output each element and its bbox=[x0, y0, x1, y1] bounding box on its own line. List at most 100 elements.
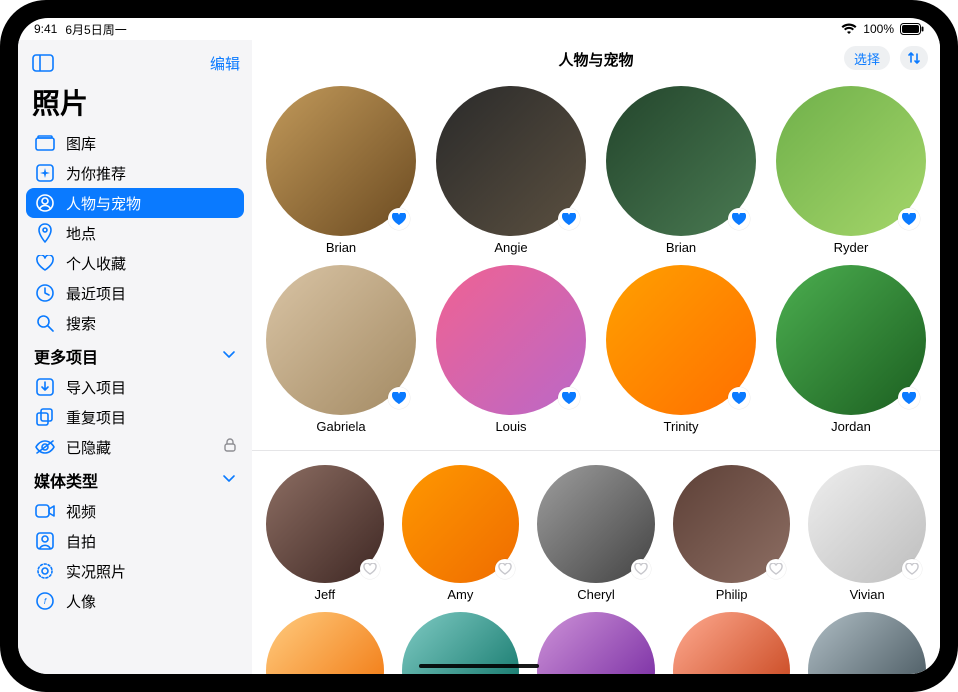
sidebar-item-hidden[interactable]: 已隐藏 bbox=[26, 432, 244, 462]
clock-icon bbox=[34, 282, 56, 304]
person-name: Brian bbox=[326, 240, 356, 255]
sidebar-item-videos[interactable]: 视频 bbox=[26, 496, 244, 526]
screen: 9:41 6月5日周一 100% 编辑 bbox=[18, 18, 940, 674]
avatar bbox=[402, 465, 520, 583]
person-tile[interactable] bbox=[673, 612, 791, 674]
favorite-badge[interactable] bbox=[360, 559, 380, 579]
sidebar-item-label: 为你推荐 bbox=[66, 163, 126, 184]
favorite-badge[interactable] bbox=[558, 387, 580, 409]
edit-button[interactable]: 编辑 bbox=[210, 53, 240, 74]
favorite-badge[interactable] bbox=[495, 559, 515, 579]
person-tile[interactable]: Jeff bbox=[266, 465, 384, 602]
video-icon bbox=[34, 500, 56, 522]
avatar bbox=[673, 612, 791, 674]
section-title: 更多项目 bbox=[34, 344, 98, 368]
person-tile[interactable]: Jordan bbox=[776, 265, 926, 434]
favorite-badge[interactable] bbox=[558, 208, 580, 230]
avatar bbox=[266, 612, 384, 674]
avatar bbox=[436, 86, 586, 236]
person-tile[interactable]: Ryder bbox=[776, 86, 926, 255]
sidebar-item-for-you[interactable]: 为你推荐 bbox=[26, 158, 244, 188]
favorite-badge[interactable] bbox=[388, 387, 410, 409]
lock-icon bbox=[224, 438, 236, 456]
select-button[interactable]: 选择 bbox=[844, 46, 890, 70]
person-name: Trinity bbox=[664, 419, 699, 434]
favorite-badge[interactable] bbox=[728, 208, 750, 230]
person-name: Angie bbox=[494, 240, 527, 255]
person-tile[interactable]: Philip bbox=[673, 465, 791, 602]
heart-icon bbox=[34, 252, 56, 274]
favorite-badge[interactable] bbox=[898, 387, 920, 409]
selfie-icon bbox=[34, 530, 56, 552]
sidebar-item-label: 人物与宠物 bbox=[66, 193, 141, 214]
person-name: Louis bbox=[495, 419, 526, 434]
favorite-badge[interactable] bbox=[902, 559, 922, 579]
sidebar-item-live[interactable]: 实况照片 bbox=[26, 556, 244, 586]
person-tile[interactable]: Brian bbox=[266, 86, 416, 255]
sidebar-section-header[interactable]: 媒体类型 bbox=[26, 462, 244, 494]
sidebar-item-label: 地点 bbox=[66, 223, 96, 244]
sidebar-item-places[interactable]: 地点 bbox=[26, 218, 244, 248]
favorite-badge[interactable] bbox=[728, 387, 750, 409]
sidebar-title: 照片 bbox=[26, 76, 244, 126]
person-tile[interactable] bbox=[537, 612, 655, 674]
status-bar: 9:41 6月5日周一 100% bbox=[18, 18, 940, 40]
person-tile[interactable] bbox=[266, 612, 384, 674]
body: 编辑 照片 图库为你推荐人物与宠物地点个人收藏最近项目搜索 更多项目导入项目重复… bbox=[18, 40, 940, 674]
person-tile[interactable]: Louis bbox=[436, 265, 586, 434]
sparkle-icon bbox=[34, 162, 56, 184]
avatar bbox=[776, 265, 926, 415]
sidebar-item-portrait[interactable]: f人像 bbox=[26, 586, 244, 616]
chevron-down-icon bbox=[222, 347, 236, 365]
sidebar: 编辑 照片 图库为你推荐人物与宠物地点个人收藏最近项目搜索 更多项目导入项目重复… bbox=[18, 40, 252, 674]
sidebar-item-imports[interactable]: 导入项目 bbox=[26, 372, 244, 402]
person-tile[interactable]: Amy bbox=[402, 465, 520, 602]
person-name: Jordan bbox=[831, 419, 871, 434]
sidebar-item-label: 个人收藏 bbox=[66, 253, 126, 274]
home-indicator[interactable] bbox=[419, 664, 539, 668]
content-area: 人物与宠物 选择 BrianAngieBrianRyderGabrielaLou… bbox=[252, 40, 940, 674]
person-tile[interactable]: Trinity bbox=[606, 265, 756, 434]
favorite-badge[interactable] bbox=[631, 559, 651, 579]
library-icon bbox=[34, 132, 56, 154]
sidebar-item-favorites[interactable]: 个人收藏 bbox=[26, 248, 244, 278]
person-tile[interactable] bbox=[808, 612, 926, 674]
avatar-image bbox=[808, 612, 926, 674]
person-tile[interactable]: Brian bbox=[606, 86, 756, 255]
sidebar-item-label: 视频 bbox=[66, 501, 96, 522]
avatar bbox=[776, 86, 926, 236]
person-tile[interactable]: Cheryl bbox=[537, 465, 655, 602]
person-tile[interactable]: Gabriela bbox=[266, 265, 416, 434]
sidebar-item-label: 搜索 bbox=[66, 313, 96, 334]
sidebar-toggle-button[interactable] bbox=[30, 52, 56, 74]
person-tile[interactable]: Angie bbox=[436, 86, 586, 255]
sidebar-item-search[interactable]: 搜索 bbox=[26, 308, 244, 338]
sidebar-nav: 图库为你推荐人物与宠物地点个人收藏最近项目搜索 bbox=[26, 126, 244, 338]
sidebar-item-label: 最近项目 bbox=[66, 283, 126, 304]
pin-icon bbox=[34, 222, 56, 244]
sort-button[interactable] bbox=[900, 46, 928, 70]
status-time: 9:41 bbox=[34, 22, 57, 36]
battery-icon bbox=[900, 23, 924, 35]
sidebar-item-label: 导入项目 bbox=[66, 377, 126, 398]
live-icon bbox=[34, 560, 56, 582]
sidebar-section-header[interactable]: 更多项目 bbox=[26, 338, 244, 370]
device-frame: 9:41 6月5日周一 100% 编辑 bbox=[0, 0, 958, 692]
avatar bbox=[537, 465, 655, 583]
person-tile[interactable]: Vivian bbox=[808, 465, 926, 602]
sidebar-item-selfies[interactable]: 自拍 bbox=[26, 526, 244, 556]
sidebar-item-recents[interactable]: 最近项目 bbox=[26, 278, 244, 308]
avatar bbox=[606, 86, 756, 236]
people-grid-wrap[interactable]: BrianAngieBrianRyderGabrielaLouisTrinity… bbox=[252, 72, 940, 674]
more-icon[interactable] bbox=[586, 40, 606, 42]
sidebar-item-library[interactable]: 图库 bbox=[26, 128, 244, 158]
avatar bbox=[537, 612, 655, 674]
sidebar-item-duplicates[interactable]: 重复项目 bbox=[26, 402, 244, 432]
favorite-badge[interactable] bbox=[766, 559, 786, 579]
avatar bbox=[606, 265, 756, 415]
page-title: 人物与宠物 bbox=[558, 49, 633, 70]
sidebar-item-label: 已隐藏 bbox=[66, 437, 111, 458]
sidebar-item-people[interactable]: 人物与宠物 bbox=[26, 188, 244, 218]
favorite-badge[interactable] bbox=[388, 208, 410, 230]
favorite-badge[interactable] bbox=[898, 208, 920, 230]
